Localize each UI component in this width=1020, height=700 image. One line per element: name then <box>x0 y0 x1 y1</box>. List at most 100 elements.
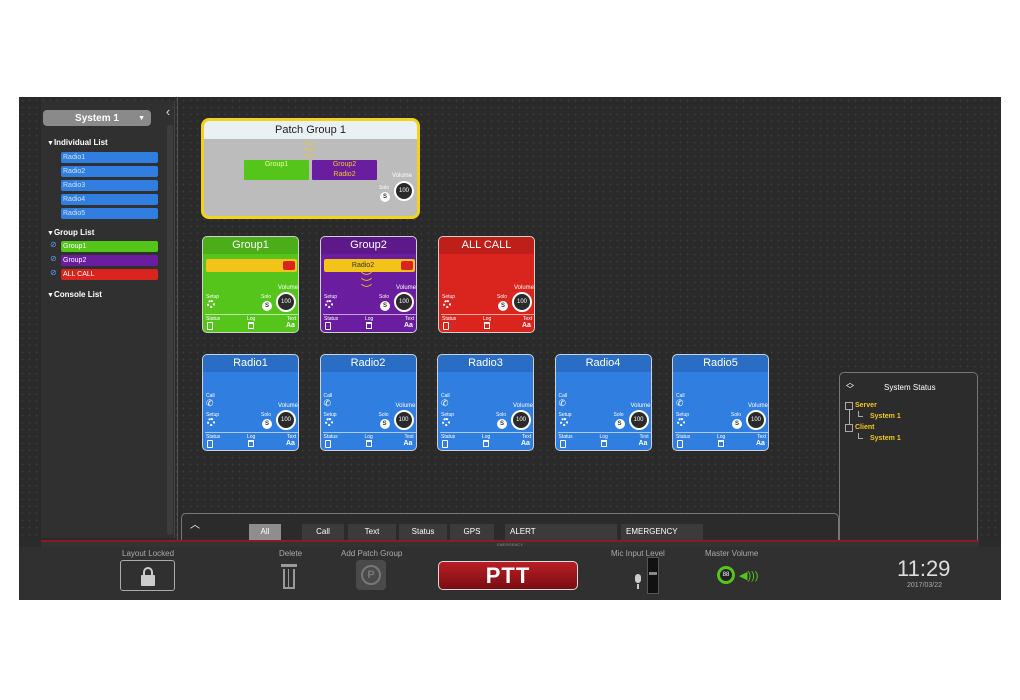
tree-node-client-system1[interactable]: System 1 <box>870 435 901 442</box>
master-volume-dial[interactable]: 88 <box>717 566 735 584</box>
tab-alert[interactable]: ALERT <box>505 524 617 540</box>
sidebar-item-all-call[interactable]: ALL CALL <box>61 269 158 280</box>
patch-member-group2[interactable]: Group2 Radio2 <box>312 160 377 180</box>
patch-member-group1[interactable]: Group1 <box>244 160 309 180</box>
text-icon[interactable]: Aa <box>286 440 295 447</box>
solo-button[interactable]: S <box>262 301 272 311</box>
volume-dial[interactable]: 100 <box>276 410 296 430</box>
call-bar[interactable] <box>206 259 297 272</box>
text-icon[interactable]: Aa <box>404 322 413 329</box>
solo-button[interactable]: S <box>498 301 508 311</box>
gear-icon[interactable] <box>559 418 568 426</box>
text-icon[interactable]: Aa <box>756 440 765 447</box>
tree-node-server-system1[interactable]: System 1 <box>870 413 901 420</box>
solo-button[interactable]: S <box>732 419 742 429</box>
sidebar-scrollbar[interactable] <box>167 125 173 535</box>
sidebar-item-radio3[interactable]: Radio3 <box>61 180 158 191</box>
mic-input-slider[interactable] <box>647 557 659 594</box>
log-icon[interactable] <box>248 322 254 329</box>
gear-icon[interactable] <box>325 300 333 308</box>
chevron-up-icon[interactable]: ︿ <box>190 516 200 531</box>
volume-dial[interactable]: 100 <box>394 292 414 312</box>
volume-dial[interactable]: 100 <box>394 181 414 201</box>
phone-icon[interactable]: ✆ <box>441 398 449 409</box>
sidebar-item-group1[interactable]: Group1 <box>61 241 158 252</box>
volume-dial[interactable]: 100 <box>511 410 531 430</box>
tab-call[interactable]: Call <box>302 524 344 540</box>
solo-button[interactable]: S <box>497 419 507 429</box>
log-icon[interactable] <box>483 440 489 447</box>
radio-card[interactable]: Radio3 Call ✆ Volume Setup Solo S 100 Sta… <box>437 354 534 451</box>
text-icon[interactable]: Aa <box>521 440 530 447</box>
solo-button[interactable]: S <box>380 192 390 202</box>
log-icon[interactable] <box>718 440 724 447</box>
log-icon[interactable] <box>366 322 372 329</box>
gear-icon[interactable] <box>442 418 450 426</box>
solo-button[interactable]: S <box>379 419 390 429</box>
solo-button[interactable]: S <box>380 301 390 311</box>
gear-icon[interactable] <box>207 300 215 308</box>
radio-card[interactable]: Radio2 Call ✆ Volume Setup Solo S 100 Sta… <box>319 354 417 451</box>
group-card[interactable]: Group2 Radio2 ︶ ︶ ︶ Volume Setup Solo S 10… <box>320 236 417 333</box>
text-icon[interactable]: Aa <box>286 322 295 329</box>
phone-icon[interactable]: ✆ <box>206 398 214 409</box>
document-icon[interactable] <box>324 440 331 448</box>
gear-icon[interactable] <box>443 300 451 308</box>
group-card[interactable]: ALL CALL Volume Setup Solo S 100 Status … <box>438 236 535 333</box>
speaker-icon[interactable]: ◀))) <box>739 569 758 582</box>
system-select[interactable]: System 1 ▼ <box>43 110 151 126</box>
document-icon[interactable] <box>207 440 213 448</box>
solo-button[interactable]: S <box>262 419 272 429</box>
status-toggle-icon[interactable]: ︿ ﹀ <box>846 379 854 394</box>
document-icon[interactable] <box>325 322 331 330</box>
log-icon[interactable] <box>484 322 490 329</box>
volume-dial[interactable]: 100 <box>746 410 766 430</box>
radio-card[interactable]: Radio1 Call ✆ Volume Setup Solo S 100 Sta… <box>202 354 299 451</box>
phone-icon[interactable]: ✆ <box>324 398 332 409</box>
gear-icon[interactable] <box>324 418 333 426</box>
tab-emergency[interactable]: EMERGENCY <box>621 524 703 540</box>
group-card[interactable]: Group1 Volume Setup Solo S 100 Status Lo… <box>202 236 299 333</box>
tree-collapse-icon[interactable] <box>845 402 853 410</box>
gear-icon[interactable] <box>207 418 215 426</box>
tab-gps[interactable]: GPS <box>450 524 494 540</box>
sidebar-item-radio4[interactable]: Radio4 <box>61 194 158 205</box>
radio-card[interactable]: Radio5 Call ✆ Volume Setup Solo S 100 Sta… <box>672 354 769 451</box>
patch-group-card[interactable]: Patch Group 1 ︶ ︶ ︶ Group1 Group2 Radio2 V… <box>201 118 420 219</box>
radio-card[interactable]: Radio4 Call ✆ Volume Setup Solo S 100 Sta… <box>554 354 652 451</box>
document-icon[interactable] <box>207 322 213 330</box>
log-icon[interactable] <box>365 440 372 447</box>
individual-list-header[interactable]: ▼Individual List <box>47 138 108 147</box>
log-icon[interactable] <box>600 440 607 447</box>
trash-icon[interactable] <box>281 564 297 590</box>
sidebar-item-radio5[interactable]: Radio5 <box>61 208 158 219</box>
call-bar[interactable]: Radio2 <box>324 259 415 272</box>
add-patch-group-button[interactable]: P <box>356 560 386 590</box>
document-icon[interactable] <box>677 440 683 448</box>
ptt-button[interactable]: PTT <box>438 561 578 590</box>
tree-node-server[interactable]: Server <box>855 402 877 409</box>
hangup-icon[interactable] <box>283 261 295 270</box>
document-icon[interactable] <box>442 440 448 448</box>
volume-dial[interactable]: 100 <box>276 292 296 312</box>
volume-dial[interactable]: 100 <box>512 292 532 312</box>
solo-button[interactable]: S <box>614 419 625 429</box>
tab-all[interactable]: All <box>249 524 281 540</box>
document-icon[interactable] <box>443 322 449 330</box>
sidebar-item-group2[interactable]: Group2 <box>61 255 158 266</box>
tab-status[interactable]: Status <box>399 524 447 540</box>
text-icon[interactable]: Aa <box>639 440 648 447</box>
volume-dial[interactable]: 100 <box>393 410 414 430</box>
collapse-sidebar-icon[interactable]: ‹ <box>162 105 174 119</box>
sidebar-item-radio1[interactable]: Radio1 <box>61 152 158 163</box>
tab-text[interactable]: Text <box>348 524 396 540</box>
tree-node-client[interactable]: Client <box>855 424 874 431</box>
text-icon[interactable]: Aa <box>404 440 413 447</box>
layout-lock-button[interactable] <box>120 560 175 591</box>
text-icon[interactable]: Aa <box>522 322 531 329</box>
gear-icon[interactable] <box>677 418 685 426</box>
document-icon[interactable] <box>559 440 566 448</box>
phone-icon[interactable]: ✆ <box>559 398 567 409</box>
log-icon[interactable] <box>248 440 254 447</box>
volume-dial[interactable]: 100 <box>628 410 649 430</box>
